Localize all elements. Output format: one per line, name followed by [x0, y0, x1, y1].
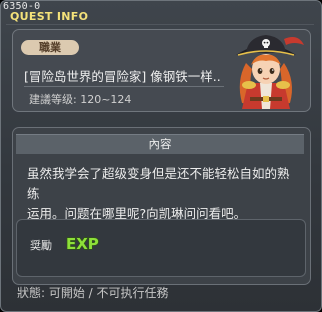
quest-name: [冒险岛世界的冒险家] 像钢铁一样..: [24, 69, 221, 84]
recommended-level: 建議等级: 120~124: [29, 93, 132, 106]
content-header: 內容: [16, 134, 304, 154]
reward-label: 奨勵: [30, 239, 52, 252]
title-divider: [6, 24, 314, 25]
reward-panel: [16, 219, 306, 277]
job-badge: 職業: [21, 40, 79, 55]
pirate-captain-npc-icon: [226, 31, 308, 109]
quest-status: 狀態: 可開始 / 不可执行任務: [17, 286, 169, 300]
window-title: QUEST INFO: [10, 10, 89, 23]
exp-icon: EXP: [65, 234, 99, 253]
quest-description: 虽然我学会了超级变身但是还不能轻松自如的熟练 运用。问题在哪里呢?向凯琳问问看吧…: [27, 164, 299, 224]
exp-text: EXP: [66, 235, 99, 253]
description-line: 虽然我学会了超级变身但是还不能轻松自如的熟练: [27, 166, 290, 201]
quest-name-divider: [24, 86, 224, 87]
